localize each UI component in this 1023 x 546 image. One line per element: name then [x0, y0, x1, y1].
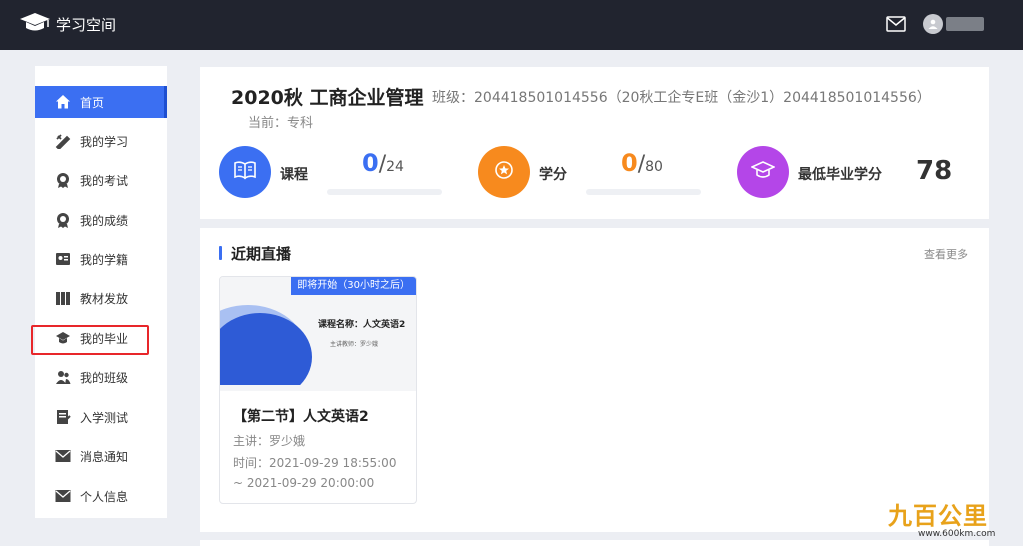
study-icon: [55, 133, 71, 149]
lesson-teacher: 主讲：罗少娥: [233, 434, 306, 448]
course-stat-value: 0/24: [362, 149, 404, 177]
course-stat-label: 课程: [280, 167, 308, 183]
books-icon: [55, 290, 71, 306]
sidebar-item-home[interactable]: 首页: [35, 86, 167, 118]
sidebar-item-label: 我的成绩: [80, 213, 129, 228]
course-progress-bar: [327, 189, 442, 195]
sidebar-item-label: 首页: [80, 95, 105, 110]
program-info-card: 2020秋 工商企业管理 班级：204418501014556（20秋工企专E班…: [200, 67, 989, 219]
sidebar-item-label: 我的班级: [80, 370, 129, 385]
home-icon: [55, 94, 71, 110]
lesson-title[interactable]: 【第二节】人文英语2: [233, 406, 369, 426]
graduation-cap-icon: [55, 330, 71, 346]
credit-stat-circle: [478, 146, 530, 198]
app-logo[interactable]: 学习空间: [18, 11, 116, 37]
current-level: 当前：专科: [248, 116, 314, 131]
student-card-icon: [55, 251, 71, 267]
thumbnail-teacher: 主讲教师：罗少娥: [330, 341, 379, 348]
credit-stat-value: 0/80: [621, 149, 663, 177]
sidebar-item-enrollment[interactable]: 我的学籍: [35, 243, 167, 275]
book-icon: [233, 160, 257, 184]
test-doc-icon: [55, 409, 71, 425]
app-name: 学习空间: [56, 15, 117, 34]
live-section: 近期直播 查看更多 课程名称：人文英语2 主讲教师：罗少娥 即将开始（30小时之…: [200, 228, 989, 532]
sidebar-item-label: 个人信息: [80, 489, 129, 504]
lesson-thumbnail: 课程名称：人文英语2 主讲教师：罗少娥 即将开始（30小时之后）: [220, 277, 416, 391]
sidebar-item-label: 消息通知: [80, 449, 129, 464]
more-link[interactable]: 查看更多: [924, 246, 968, 262]
page-title: 2020秋 工商企业管理: [231, 87, 424, 109]
watermark: 九百公里 www.600km.com: [888, 496, 1020, 542]
min-credit-label: 最低毕业学分: [798, 167, 882, 183]
sidebar-item-notifications[interactable]: 消息通知: [35, 440, 167, 472]
graduation-cap-logo-icon: [18, 11, 56, 37]
watermark-url: www.600km.com: [918, 529, 996, 539]
personal-envelope-icon: [55, 488, 71, 504]
watermark-logo: 九百公里: [888, 502, 988, 530]
grade-medal-icon: [55, 212, 71, 228]
sidebar-item-label: 教材发放: [80, 291, 129, 306]
top-bar: 学习空间: [0, 0, 1023, 50]
min-credit-value: 78: [916, 156, 953, 186]
sidebar: 首页 我的学习 我的考试 我的成绩 我的学籍 教材发放 我的毕业 我的班级 入学…: [35, 66, 167, 518]
sidebar-item-label: 我的考试: [80, 173, 129, 188]
sidebar-item-study[interactable]: 我的学习: [35, 125, 167, 157]
star-coin-icon: [493, 159, 515, 185]
class-info: 班级：204418501014556（20秋工企专E班（金沙1）20441850…: [432, 90, 931, 106]
avatar[interactable]: [923, 14, 943, 34]
graduation-cap-icon: [750, 160, 776, 184]
sidebar-item-label: 入学测试: [80, 410, 129, 425]
section-marker: [219, 246, 222, 260]
live-lesson-card[interactable]: 课程名称：人文英语2 主讲教师：罗少娥 即将开始（30小时之后） 【第二节】人文…: [219, 276, 417, 504]
sidebar-item-label: 我的毕业: [80, 331, 129, 346]
sidebar-item-label: 我的学习: [80, 134, 129, 149]
sidebar-item-graduation[interactable]: 我的毕业: [35, 322, 167, 354]
status-badge: 即将开始（30小时之后）: [291, 277, 416, 295]
course-stat-circle: [219, 146, 271, 198]
sidebar-item-exam[interactable]: 我的考试: [35, 164, 167, 196]
sidebar-item-grades[interactable]: 我的成绩: [35, 204, 167, 236]
mail-icon[interactable]: [886, 16, 906, 36]
username-blurred[interactable]: [946, 17, 984, 31]
class-users-icon: [55, 369, 71, 385]
next-section-card: [200, 540, 989, 546]
sidebar-item-entrance-test[interactable]: 入学测试: [35, 401, 167, 433]
credit-stat-label: 学分: [539, 167, 567, 183]
sidebar-item-class[interactable]: 我的班级: [35, 361, 167, 393]
min-credit-circle: [737, 146, 789, 198]
thumbnail-course-name: 课程名称：人文英语2: [318, 320, 406, 330]
envelope-icon: [55, 448, 71, 464]
lesson-time: 时间：2021-09-29 18:55:00 ~ 2021-09-29 20:0…: [233, 456, 397, 490]
credit-progress-bar: [586, 189, 701, 195]
exam-medal-icon: [55, 172, 71, 188]
sidebar-item-label: 我的学籍: [80, 252, 129, 267]
section-title: 近期直播: [231, 245, 292, 263]
sidebar-item-personal-info[interactable]: 个人信息: [35, 480, 167, 512]
sidebar-item-textbooks[interactable]: 教材发放: [35, 282, 167, 314]
